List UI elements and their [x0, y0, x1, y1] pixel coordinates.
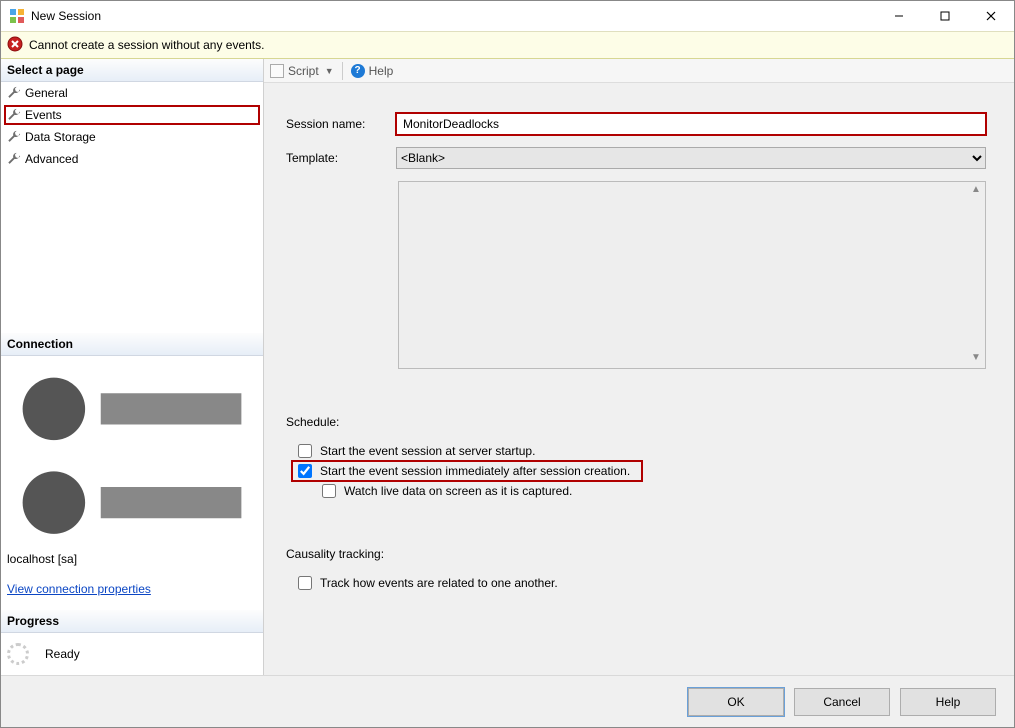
connection-value: localhost [sa] — [7, 552, 77, 566]
session-name-label: Session name: — [286, 117, 396, 131]
scroll-up-icon[interactable]: ▲ — [969, 184, 983, 198]
script-dropdown-caret-icon[interactable]: ▼ — [325, 66, 334, 76]
view-connection-properties-link[interactable]: View connection properties — [7, 582, 151, 596]
connection-header: Connection — [1, 333, 263, 356]
script-button[interactable]: Script — [288, 64, 319, 78]
cb-watch-live-row: Watch live data on screen as it is captu… — [316, 481, 986, 501]
ok-button[interactable]: OK — [688, 688, 784, 716]
content-form: Session name: Template: <Blank> ▲ ▼ Sche… — [264, 83, 1014, 603]
main-panel: Script ▼ ? Help Session name: Template: … — [264, 59, 1014, 675]
template-select[interactable]: <Blank> — [396, 147, 986, 169]
help-button[interactable]: Help — [900, 688, 996, 716]
window-title: New Session — [31, 9, 101, 23]
progress-status: Ready — [45, 647, 80, 661]
maximize-button[interactable] — [922, 1, 968, 31]
sidebar-item-advanced[interactable]: Advanced — [5, 150, 259, 168]
sidebar-item-events[interactable]: Events — [5, 106, 259, 124]
wrench-icon — [7, 86, 21, 100]
cb-start-after-create[interactable] — [298, 464, 312, 478]
connection-row: localhost [sa] — [1, 356, 263, 573]
help-button[interactable]: Help — [369, 64, 394, 78]
wrench-icon — [7, 130, 21, 144]
sidebar-item-general[interactable]: General — [5, 84, 259, 102]
cb-watch-live-label: Watch live data on screen as it is captu… — [344, 484, 572, 498]
script-icon — [270, 64, 284, 78]
wrench-icon — [7, 152, 21, 166]
progress-row: Ready — [1, 633, 263, 675]
dialog-body: Select a page General Events Data Storag… — [1, 59, 1014, 675]
cb-start-on-startup-label: Start the event session at server startu… — [320, 444, 535, 458]
select-page-header: Select a page — [1, 59, 263, 82]
toolbar-separator — [342, 62, 343, 80]
content-toolbar: Script ▼ ? Help — [264, 59, 1014, 83]
sidebar-item-label: Advanced — [25, 152, 78, 166]
progress-header: Progress — [1, 610, 263, 633]
cb-start-after-create-row: Start the event session immediately afte… — [292, 461, 642, 481]
server-icon — [7, 538, 257, 552]
sidebar-item-label: General — [25, 86, 68, 100]
scroll-down-icon[interactable]: ▼ — [969, 352, 983, 366]
session-name-input[interactable] — [396, 113, 986, 135]
notice-bar: Cannot create a session without any even… — [1, 31, 1014, 59]
notice-text: Cannot create a session without any even… — [29, 38, 264, 52]
page-nav: General Events Data Storage Advanced — [1, 82, 263, 170]
cb-watch-live[interactable] — [322, 484, 336, 498]
template-description-box: ▲ ▼ — [398, 181, 986, 369]
help-icon: ? — [351, 64, 365, 78]
cb-track-causality[interactable] — [298, 576, 312, 590]
sidebar: Select a page General Events Data Storag… — [1, 59, 264, 675]
minimize-button[interactable] — [876, 1, 922, 31]
app-icon — [9, 8, 25, 24]
sidebar-item-label: Events — [25, 108, 62, 122]
cb-start-on-startup-row: Start the event session at server startu… — [292, 441, 986, 461]
error-icon — [7, 36, 23, 55]
button-bar: OK Cancel Help — [1, 675, 1014, 727]
cb-start-after-create-label: Start the event session immediately afte… — [320, 464, 630, 478]
sidebar-item-label: Data Storage — [25, 130, 96, 144]
cb-track-causality-row: Track how events are related to one anot… — [292, 573, 986, 593]
cb-track-causality-label: Track how events are related to one anot… — [320, 576, 558, 590]
sidebar-item-data-storage[interactable]: Data Storage — [5, 128, 259, 146]
cb-start-on-startup[interactable] — [298, 444, 312, 458]
progress-spinner-icon — [7, 643, 29, 665]
template-label: Template: — [286, 151, 396, 165]
titlebar: New Session — [1, 1, 1014, 31]
close-button[interactable] — [968, 1, 1014, 31]
cancel-button[interactable]: Cancel — [794, 688, 890, 716]
schedule-label: Schedule: — [286, 415, 986, 429]
wrench-icon — [7, 108, 21, 122]
causality-label: Causality tracking: — [286, 547, 986, 561]
